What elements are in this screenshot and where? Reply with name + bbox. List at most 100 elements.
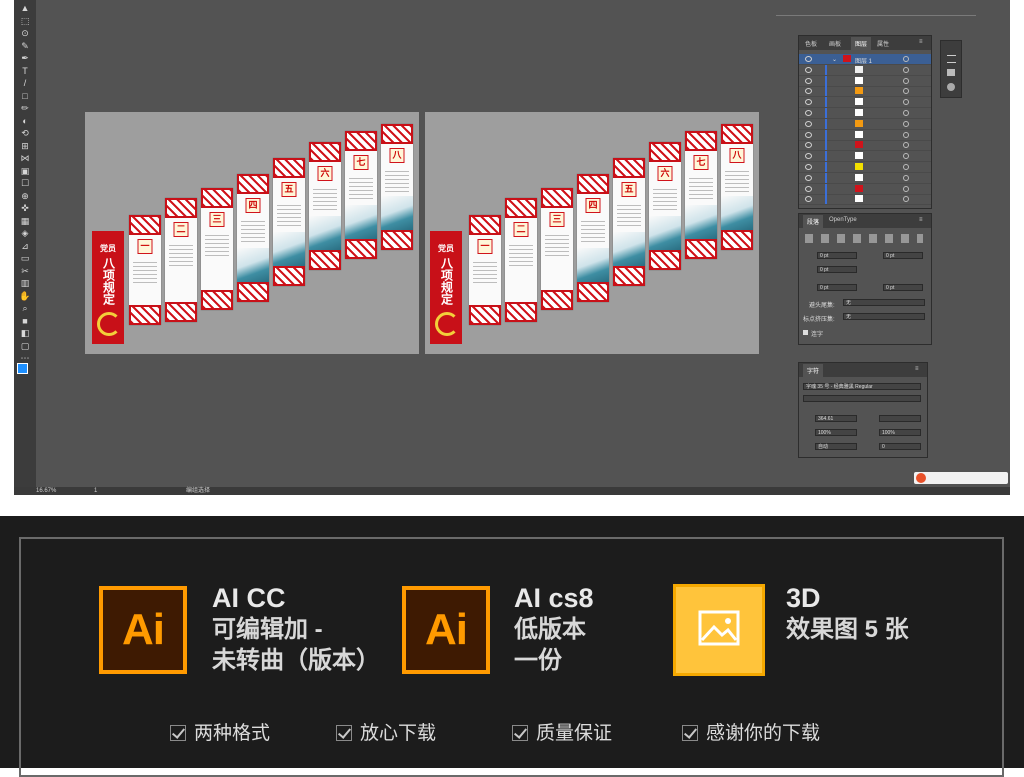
- layer-row[interactable]: [799, 172, 931, 184]
- tool-icon[interactable]: ▣: [17, 166, 33, 176]
- font-style-select[interactable]: [803, 395, 921, 402]
- expand-arrow-icon[interactable]: ⌄: [832, 56, 837, 63]
- visibility-eye-icon[interactable]: [805, 131, 812, 138]
- target-circle-icon[interactable]: [903, 185, 909, 192]
- panel-menu-icon[interactable]: ≡: [919, 217, 923, 223]
- fill-color-swatch[interactable]: [17, 363, 28, 374]
- tab-layers[interactable]: 图层: [851, 37, 872, 50]
- tool-icon[interactable]: ⋈: [17, 154, 33, 163]
- tool-icon[interactable]: ▲: [17, 4, 33, 13]
- layer-row[interactable]: [799, 183, 931, 195]
- horizontal-scale-field[interactable]: 100%: [879, 429, 921, 436]
- avoid-head-select[interactable]: 无: [843, 299, 925, 306]
- layer-row[interactable]: [799, 151, 931, 163]
- layer-row[interactable]: [799, 162, 931, 173]
- layer-row-top[interactable]: ⌄ 图层 1: [799, 54, 931, 65]
- visibility-eye-icon[interactable]: [805, 142, 812, 149]
- kerning-field[interactable]: 自动: [815, 443, 857, 450]
- visibility-eye-icon[interactable]: [805, 196, 812, 203]
- status-mode[interactable]: 编组选择: [186, 487, 210, 495]
- layer-row[interactable]: [799, 129, 931, 141]
- canvas-area[interactable]: 党员 八项规定 一 二 三 四 五 六 七 八 党员 八项规定 一 二 三 四 …: [36, 0, 1010, 487]
- menu-icon[interactable]: [947, 55, 956, 63]
- tab-artboards[interactable]: 画板: [829, 39, 841, 48]
- tool-icon[interactable]: ■: [17, 316, 33, 326]
- target-circle-icon[interactable]: [903, 153, 909, 160]
- tool-icon[interactable]: ⟲: [17, 129, 33, 138]
- tool-icon[interactable]: ◐: [17, 116, 33, 126]
- tool-icon[interactable]: ✂: [17, 266, 33, 276]
- target-circle-icon[interactable]: [903, 110, 909, 116]
- tool-icon[interactable]: ⬚: [17, 16, 33, 26]
- target-circle-icon[interactable]: [903, 131, 909, 138]
- layers-panel[interactable]: 色板 画板 图层 属性 ≡ ⌄ 图层 1: [798, 35, 932, 209]
- target-circle-icon[interactable]: [903, 56, 909, 62]
- visibility-eye-icon[interactable]: [805, 99, 812, 106]
- ime-toolbar[interactable]: [914, 472, 1008, 484]
- punct-select[interactable]: 无: [843, 313, 925, 320]
- tool-icon[interactable]: ✒: [17, 54, 33, 63]
- target-circle-icon[interactable]: [903, 88, 909, 95]
- target-circle-icon[interactable]: [903, 142, 909, 149]
- tools-panel[interactable]: ▲ ⬚ ⊙ ✎ ✒ T / □ ✏ ◐ ⟲ ⊞ ⋈ ▣ ☐ ⊕ ✜ ▦ ◈ ⊿ ▭ ✂ ▥ ✋ ⌕ ■ ◧ ▢ ⋯: [14, 0, 36, 487]
- tool-icon[interactable]: ⊕: [17, 191, 33, 201]
- hyphen-checkbox[interactable]: [803, 330, 808, 335]
- tracking-field[interactable]: 0: [879, 443, 921, 450]
- leading-field[interactable]: [879, 415, 921, 422]
- vertical-scale-field[interactable]: 100%: [815, 429, 857, 436]
- tool-icon[interactable]: ⊿: [17, 241, 33, 251]
- target-circle-icon[interactable]: [903, 174, 909, 181]
- layer-row[interactable]: [799, 75, 931, 87]
- character-panel[interactable]: 字符 ≡ 字魂 35 号 - 经典雅黑 Regular 364.61 100% …: [798, 362, 928, 458]
- visibility-eye-icon[interactable]: [805, 185, 812, 192]
- paragraph-panel[interactable]: 段落 OpenType ≡ 0 pt 0 pt 0 pt 0 pt 0 pt 避…: [798, 213, 932, 345]
- left-indent-field[interactable]: 0 pt: [817, 252, 857, 259]
- tool-icon[interactable]: ▢: [17, 341, 33, 351]
- appearance-icon[interactable]: [947, 83, 955, 91]
- artboard-2[interactable]: 党员 八项规定 一 二 三 四 五 六 七 八: [425, 112, 759, 354]
- visibility-eye-icon[interactable]: [805, 110, 812, 116]
- layer-row[interactable]: [799, 64, 931, 76]
- tab-properties[interactable]: 属性: [877, 39, 889, 48]
- alignment-buttons[interactable]: [805, 234, 923, 243]
- tool-icon[interactable]: ⋯: [17, 354, 33, 363]
- target-circle-icon[interactable]: [903, 196, 909, 203]
- layer-list[interactable]: ⌄ 图层 1: [799, 54, 931, 206]
- target-circle-icon[interactable]: [903, 164, 909, 170]
- tool-icon[interactable]: ✜: [17, 204, 33, 213]
- swatch-icon[interactable]: [947, 69, 955, 76]
- artboard-1[interactable]: 党员 八项规定 一 二 三 四 五 六 七 八: [85, 112, 419, 354]
- visibility-eye-icon[interactable]: [805, 66, 812, 73]
- first-line-indent-field[interactable]: 0 pt: [817, 266, 857, 273]
- tab-opentype[interactable]: OpenType: [829, 217, 857, 223]
- target-circle-icon[interactable]: [903, 66, 909, 73]
- panel-menu-icon[interactable]: ≡: [915, 366, 919, 372]
- tab-character[interactable]: 字符: [803, 364, 824, 377]
- tool-icon[interactable]: ⊙: [17, 29, 33, 38]
- layer-name[interactable]: 图层 1: [855, 56, 872, 65]
- layer-row[interactable]: [799, 86, 931, 98]
- space-before-field[interactable]: 0 pt: [817, 284, 857, 291]
- tool-icon[interactable]: /: [17, 79, 33, 88]
- tool-icon[interactable]: ☐: [17, 179, 33, 188]
- tool-icon[interactable]: ✏: [17, 104, 33, 113]
- tool-icon[interactable]: ✎: [17, 41, 33, 51]
- tool-icon[interactable]: ✋: [17, 291, 33, 301]
- tool-icon[interactable]: ▭: [17, 254, 33, 263]
- target-circle-icon[interactable]: [903, 99, 909, 106]
- tool-icon[interactable]: ⊞: [17, 141, 33, 151]
- layer-row[interactable]: [799, 194, 931, 206]
- target-circle-icon[interactable]: [903, 120, 909, 127]
- layer-row[interactable]: [799, 97, 931, 109]
- visibility-eye-icon[interactable]: [805, 153, 812, 160]
- tool-icon[interactable]: ⌕: [17, 304, 33, 313]
- layer-row[interactable]: [799, 118, 931, 130]
- space-after-field[interactable]: 0 pt: [883, 284, 923, 291]
- tool-icon[interactable]: T: [17, 66, 33, 76]
- font-family-select[interactable]: 字魂 35 号 - 经典雅黑 Regular: [803, 383, 921, 390]
- visibility-eye-icon[interactable]: [805, 174, 812, 181]
- visibility-eye-icon[interactable]: [805, 56, 812, 62]
- tab-swatches[interactable]: 色板: [805, 39, 817, 48]
- tool-icon[interactable]: □: [17, 91, 33, 101]
- collapsed-panels-strip[interactable]: [940, 40, 962, 98]
